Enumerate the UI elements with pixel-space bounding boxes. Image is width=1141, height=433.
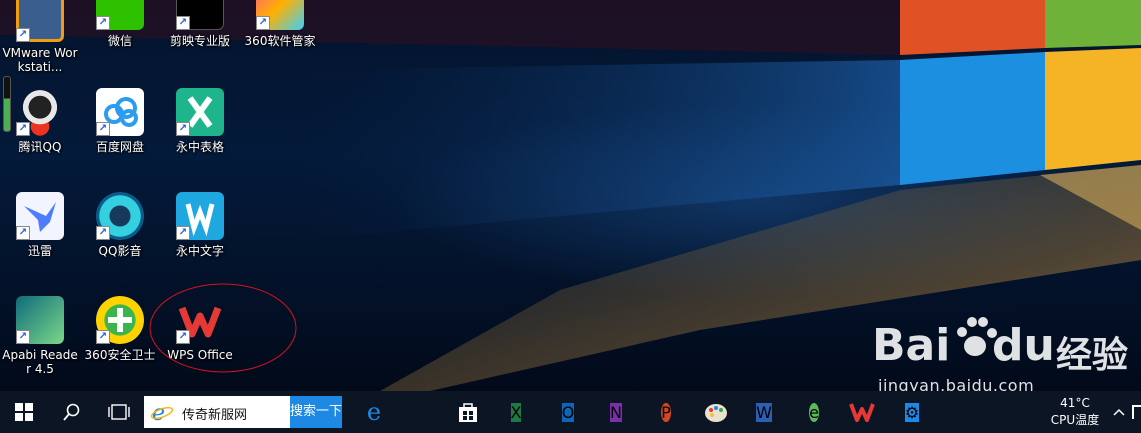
icon-label: 360软件管家 — [244, 34, 316, 48]
outlook-icon: O — [561, 402, 575, 422]
icon-label: 腾讯QQ — [18, 140, 62, 154]
watermark-brand-right: du — [992, 320, 1055, 371]
search-button[interactable] — [50, 391, 94, 433]
shortcut-arrow-icon: ↗ — [176, 122, 190, 136]
desktop-icon-yozo-sheet[interactable]: ↗ 永中表格 — [160, 88, 240, 188]
pinned-app-file-explorer[interactable] — [398, 391, 442, 433]
wps-icon — [849, 403, 875, 422]
shortcut-arrow-icon: ↗ — [16, 122, 30, 136]
desktop-icon-capcut[interactable]: ↗ 剪映专业版 — [160, 0, 240, 82]
icon-label: 永中表格 — [175, 140, 224, 154]
desktop-icon-baidu-netdisk[interactable]: ↗ 百度网盘 — [80, 88, 160, 188]
watermark-brand-left: Bai — [872, 320, 951, 371]
onenote-icon: N — [610, 402, 622, 422]
baidu-jingyan-watermark: Bai du 经验 jingyan.baidu.com — [868, 300, 1138, 391]
start-button[interactable] — [2, 391, 46, 433]
desktop-icon-apabi-reader[interactable]: ↗ Apabi Reader 4.5 — [0, 296, 80, 391]
desktop-icon-vmware[interactable]: ↗ VMware Workstati... — [0, 0, 80, 94]
desktop-icon-wechat[interactable]: ↗ 微信 — [80, 0, 160, 82]
icon-label: 微信 — [107, 34, 132, 48]
task-view-button[interactable] — [97, 391, 141, 433]
paint-palette-icon — [705, 404, 727, 422]
windows-logo-icon — [15, 403, 33, 421]
pinned-app-browser[interactable]: e — [792, 391, 836, 433]
desktop-icon-yozo-writer[interactable]: ↗ 永中文字 — [160, 192, 240, 292]
icon-label: Apabi Reader 4.5 — [2, 348, 78, 376]
pinned-app-wps[interactable] — [840, 391, 884, 433]
shortcut-arrow-icon: ↗ — [16, 226, 30, 240]
desktop-icon-xunlei[interactable]: ↗ 迅雷 — [0, 192, 80, 292]
icon-label: 迅雷 — [27, 244, 52, 258]
shortcut-arrow-icon: ↗ — [96, 122, 110, 136]
ie-logo-icon: e — [150, 401, 174, 424]
shortcut-arrow-icon: ↗ — [16, 28, 30, 42]
tray-overflow-button[interactable] — [1108, 391, 1130, 433]
cpu-temp-value: 41°C — [1060, 396, 1090, 410]
icon-label: QQ影音 — [98, 244, 142, 258]
icon-label: VMware Workstati... — [2, 46, 78, 74]
excel-icon: X — [510, 402, 522, 422]
powerpoint-icon: P — [661, 402, 671, 422]
pinned-app-word[interactable]: W — [742, 391, 786, 433]
pinned-app-outlook[interactable]: O — [546, 391, 590, 433]
task-view-icon — [108, 404, 130, 420]
settings-icon: ⚙ — [904, 402, 920, 422]
shortcut-arrow-icon: ↗ — [16, 330, 30, 344]
word-icon: W — [756, 402, 772, 422]
browser-icon: e — [809, 402, 819, 422]
left-edge-meter — [3, 76, 11, 132]
icon-label: 永中文字 — [175, 244, 224, 258]
search-input-text[interactable]: 传奇新服网 — [182, 404, 247, 423]
chevron-up-icon — [1113, 408, 1125, 416]
pinned-app-excel[interactable]: X — [494, 391, 538, 433]
annotation-ellipse — [149, 283, 297, 373]
desktop-icon-qq-player[interactable]: ↗ QQ影音 — [80, 192, 160, 292]
shortcut-arrow-icon: ↗ — [256, 16, 270, 30]
pinned-app-settings[interactable]: ⚙ — [890, 391, 934, 433]
desktop-icon-360-software-manager[interactable]: ↗ 360软件管家 — [240, 0, 320, 82]
pinned-app-edge[interactable]: e — [352, 391, 396, 433]
taskbar-search-box[interactable]: e 传奇新服网 搜索一下 — [144, 396, 342, 428]
search-submit-button[interactable]: 搜索一下 — [290, 396, 342, 428]
cpu-temp-label: CPU温度 — [1050, 413, 1100, 427]
store-icon — [459, 403, 477, 422]
search-icon — [63, 403, 80, 421]
shortcut-arrow-icon: ↗ — [96, 330, 110, 344]
watermark-suffix: 经验 — [1056, 335, 1129, 376]
shortcut-arrow-icon: ↗ — [96, 226, 110, 240]
pinned-app-powerpoint[interactable]: P — [644, 391, 688, 433]
edge-icon: e — [366, 398, 382, 426]
pinned-app-store[interactable] — [446, 391, 490, 433]
pinned-app-paint[interactable] — [694, 391, 738, 433]
icon-label: 百度网盘 — [95, 140, 144, 154]
cpu-temp-widget[interactable]: 41°C CPU温度 — [1044, 395, 1106, 431]
shortcut-arrow-icon: ↗ — [176, 16, 190, 30]
desktop-icon-qq[interactable]: ↗ 腾讯QQ — [0, 88, 80, 188]
watermark-url: jingyan.baidu.com — [878, 376, 1035, 391]
icon-label: 剪映专业版 — [169, 34, 230, 48]
pinned-app-onenote[interactable]: N — [594, 391, 638, 433]
shortcut-arrow-icon: ↗ — [176, 226, 190, 240]
shortcut-arrow-icon: ↗ — [96, 16, 110, 30]
desktop: ↗ VMware Workstati... ↗ 微信 ↗ 剪映专业版 ↗ 360… — [0, 0, 1141, 391]
tray-network-icon[interactable] — [1132, 405, 1141, 419]
